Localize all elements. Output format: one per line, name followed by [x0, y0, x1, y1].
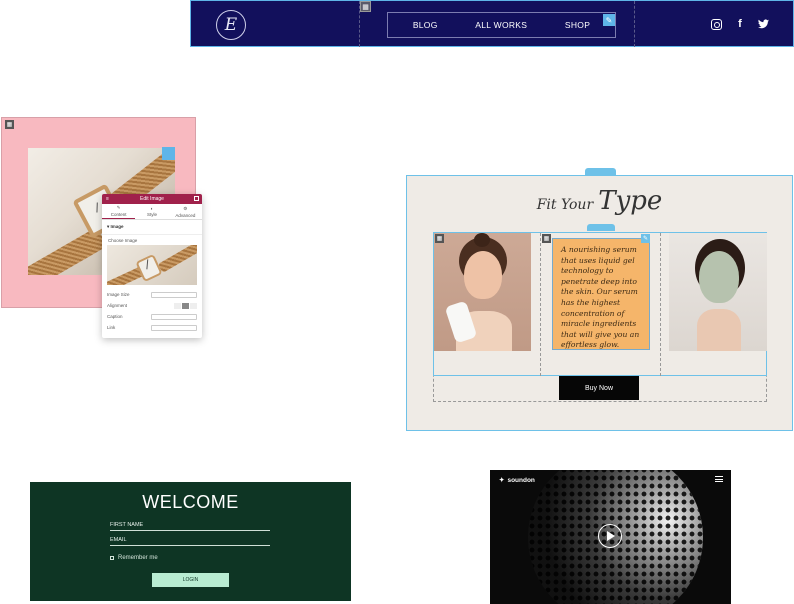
welcome-heading: WELCOME	[142, 492, 239, 512]
panel-header: ≡ Edit Image	[102, 194, 202, 204]
title-small: Fit Your	[536, 197, 594, 213]
image-size-select[interactable]	[151, 291, 197, 298]
tab-content[interactable]: ✎ Content	[102, 204, 136, 219]
section-label: Image	[110, 224, 124, 229]
gear-icon: ⚙	[183, 205, 188, 211]
alignment-buttons[interactable]	[174, 302, 197, 309]
row-label: Alignment	[107, 303, 128, 308]
star-icon: ✦	[499, 477, 505, 484]
inner-section-handle[interactable]	[587, 224, 615, 231]
login-form-card: WELCOME FIRST NAME EMAIL Remember me LOG…	[30, 482, 351, 601]
column-handle-icon[interactable]: ▦	[435, 234, 444, 243]
column-divider	[359, 1, 360, 47]
section-image[interactable]: ▾ Image	[102, 220, 202, 235]
remember-label: Remember me	[118, 555, 158, 561]
tab-style[interactable]: ◐ Style	[135, 204, 168, 219]
column-divider	[540, 233, 541, 376]
login-button[interactable]: LOGIN	[152, 573, 229, 587]
twitter-icon[interactable]	[757, 18, 769, 30]
choose-image-label: Choose Image	[108, 238, 138, 243]
grid-icon[interactable]	[194, 196, 199, 201]
section-title: Fit Your Type	[407, 186, 792, 216]
brand-name: soundon	[507, 476, 535, 484]
facebook-icon[interactable]: f	[734, 18, 746, 30]
panel-title: Edit Image	[140, 196, 164, 202]
alignment-row: Alignment	[102, 300, 202, 311]
play-button-icon[interactable]	[598, 524, 622, 548]
image-size-row: Image Size	[102, 289, 202, 300]
edit-image-panel: ≡ Edit Image ✎ Content ◐ Style ⚙ Advanced ▾…	[102, 194, 202, 338]
tab-advanced[interactable]: ⚙ Advanced	[169, 204, 202, 219]
tab-label: Content	[110, 212, 127, 217]
edit-pencil-icon[interactable]: ✎	[641, 234, 650, 243]
caption-select[interactable]	[151, 313, 197, 320]
tab-label: Advanced	[175, 212, 196, 218]
brand-logo[interactable]: ✦ soundon	[499, 476, 535, 485]
nav-item-shop[interactable]: SHOP	[565, 20, 590, 30]
row-label: Caption	[107, 314, 123, 319]
image-thumbnail[interactable]	[107, 245, 197, 285]
section-handle[interactable]	[585, 168, 616, 176]
section-handle-icon[interactable]: ▦	[5, 120, 14, 129]
nav-item-blog[interactable]: BLOG	[413, 20, 438, 30]
link-select[interactable]	[151, 324, 197, 331]
pencil-icon: ✎	[116, 205, 121, 210]
woman-mask-image[interactable]	[669, 233, 767, 351]
row-label: Link	[107, 325, 116, 330]
style-icon: ◐	[150, 206, 154, 211]
tab-label: Style	[146, 212, 157, 217]
column-divider	[634, 1, 635, 47]
remember-me-checkbox[interactable]: Remember me	[110, 555, 158, 561]
instagram-icon[interactable]	[710, 18, 722, 30]
email-field[interactable]: EMAIL	[110, 537, 270, 546]
logo-letter: E	[224, 15, 238, 35]
section-handle-icon[interactable]: ▦	[360, 1, 371, 12]
site-header: E ▦ BLOG ALL WORKS SHOP ✎ f	[190, 0, 794, 47]
first-name-field[interactable]: FIRST NAME	[110, 522, 270, 531]
product-description: A nourishing serum that uses liquid gel …	[552, 238, 650, 350]
logo[interactable]: E	[216, 10, 246, 40]
title-large: Type	[598, 186, 663, 216]
selection-handle[interactable]	[162, 147, 175, 160]
checkbox-icon	[110, 556, 114, 560]
video-hero-card: ✦ soundon	[490, 470, 731, 604]
column-divider	[660, 233, 661, 376]
buy-now-button[interactable]: Buy Now	[559, 376, 639, 400]
column-handle-icon[interactable]: ▦	[542, 234, 551, 243]
edit-pencil-icon[interactable]: ✎	[603, 14, 615, 26]
main-nav: BLOG ALL WORKS SHOP	[387, 12, 616, 38]
caption-row: Caption	[102, 311, 202, 322]
link-row: Link	[102, 322, 202, 333]
nav-item-all-works[interactable]: ALL WORKS	[475, 20, 527, 30]
panel-tabs: ✎ Content ◐ Style ⚙ Advanced	[102, 204, 202, 220]
columns-container: ▦ A nourishing serum that uses liquid ge…	[433, 232, 767, 376]
row-label: Image Size	[107, 292, 130, 297]
product-section: Fit Your Type ▦ A nourishing serum that …	[406, 168, 793, 431]
menu-icon[interactable]: ≡	[106, 196, 109, 202]
woman-towel-image[interactable]	[434, 233, 531, 351]
hamburger-menu-icon[interactable]	[715, 476, 723, 482]
